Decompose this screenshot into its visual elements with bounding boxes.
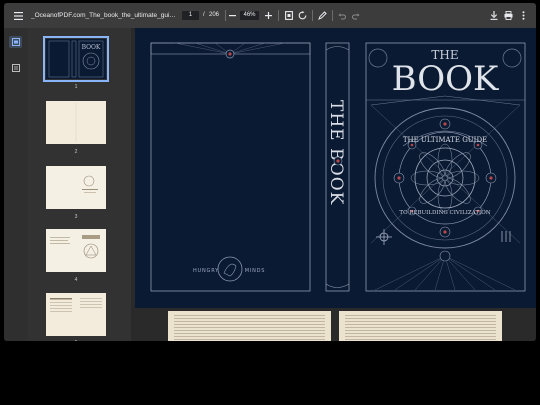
toolbar-divider <box>278 10 279 21</box>
toolbar: _OceanofPDF.com_The_book_the_ultimate_gu… <box>4 3 536 29</box>
page-1-cover: HUNGRY MINDS THE BOOK THE BOOK THE ULTIM… <box>135 28 536 308</box>
menu-icon[interactable] <box>12 9 25 22</box>
pdf-viewer-window: _OceanofPDF.com_The_book_the_ultimate_gu… <box>4 3 536 341</box>
thumbnail-label-3: 3 <box>74 214 78 220</box>
redo-icon[interactable] <box>349 9 362 22</box>
thumbnail-label-4: 4 <box>74 277 78 283</box>
publisher-left: HUNGRY <box>193 268 219 274</box>
page-total: 206 <box>209 12 220 18</box>
publisher-right: MINDS <box>245 268 266 274</box>
thumbnail-label-5: 5 <box>46 340 106 341</box>
rotate-icon[interactable] <box>296 9 309 22</box>
svg-text:BOOK: BOOK <box>82 44 101 51</box>
thumbnail-page-5[interactable] <box>46 293 106 336</box>
thumbnail-panel: BOOK 1 2 3 4 <box>28 28 131 341</box>
cover-subtitle: THE ULTIMATE GUIDE <box>403 136 487 144</box>
download-icon[interactable] <box>487 9 500 22</box>
cover-subtitle-arc: TO REBUILDING CIVILIZATION <box>399 210 490 216</box>
fit-page-icon[interactable] <box>282 9 295 22</box>
document-viewer[interactable]: HUNGRY MINDS THE BOOK THE BOOK THE ULTIM… <box>131 28 536 341</box>
page-2-preview-left <box>168 311 331 341</box>
annotate-icon[interactable] <box>316 9 329 22</box>
toolbar-divider <box>312 10 313 21</box>
outline-view-icon[interactable] <box>9 62 22 74</box>
page-number-input[interactable]: 1 <box>182 11 199 20</box>
zoom-in-icon[interactable] <box>262 9 275 22</box>
thumbnail-label-2: 2 <box>74 149 78 155</box>
zoom-out-icon[interactable] <box>226 9 239 22</box>
thumbnail-page-1[interactable]: BOOK <box>43 36 109 82</box>
page-2-preview-right <box>339 311 502 341</box>
zoom-level-input[interactable]: 46% <box>240 11 259 20</box>
thumbnail-label-1: 1 <box>74 84 78 90</box>
undo-icon[interactable] <box>335 9 348 22</box>
sidebar-rail <box>4 28 28 341</box>
print-icon[interactable] <box>502 9 515 22</box>
front-title-big: BOOK <box>392 59 499 99</box>
thumbnails-view-icon[interactable] <box>9 36 22 48</box>
page-separator: / <box>203 12 205 18</box>
thumbnail-page-3[interactable] <box>46 166 106 209</box>
spine-title: THE BOOK <box>326 100 346 205</box>
more-vert-icon[interactable] <box>517 9 530 22</box>
document-title: _OceanofPDF.com_The_book_the_ultimate_gu… <box>31 12 176 19</box>
toolbar-divider <box>332 10 333 21</box>
thumbnail-page-2[interactable] <box>46 101 106 144</box>
thumbnail-page-4[interactable] <box>46 229 106 272</box>
